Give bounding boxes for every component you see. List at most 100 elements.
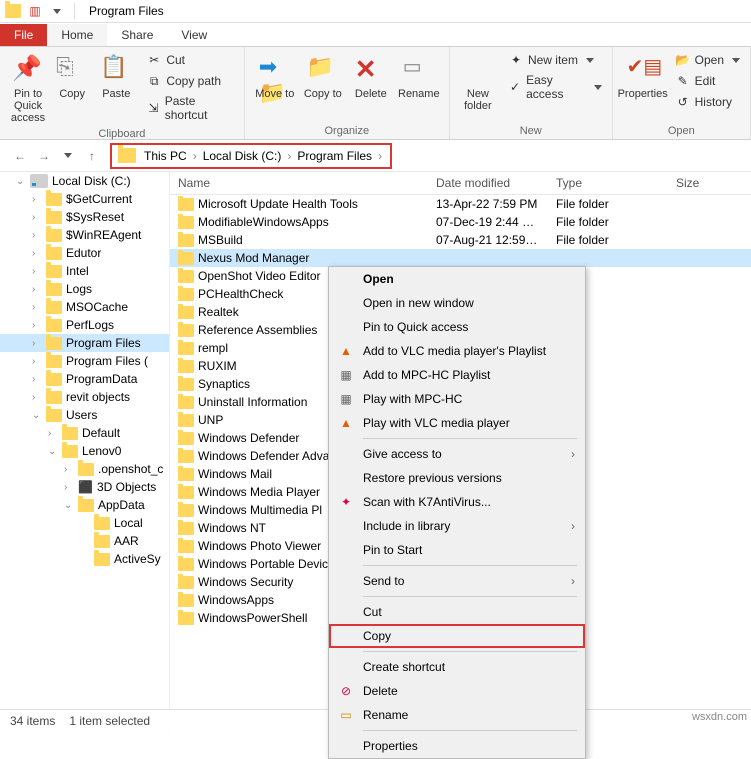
tree-item[interactable]: ›Intel	[0, 262, 169, 280]
breadcrumb-item[interactable]: Program Files	[295, 147, 374, 165]
tree-item[interactable]: ›revit objects	[0, 388, 169, 406]
edit-button[interactable]: ✎Edit	[671, 71, 744, 91]
tree-item[interactable]: ›Program Files (	[0, 352, 169, 370]
col-size[interactable]: Size	[668, 172, 728, 194]
chevron-right-icon[interactable]: ›	[376, 149, 384, 163]
expand-icon[interactable]: ›	[32, 356, 35, 367]
expand-icon[interactable]: ›	[32, 374, 35, 385]
recent-dropdown[interactable]	[56, 144, 80, 168]
context-item[interactable]: Open in new window	[329, 291, 585, 315]
context-item[interactable]: Copy	[329, 624, 585, 648]
pin-quick-access-button[interactable]: 📌Pin to Quick access	[6, 50, 50, 126]
tree-item[interactable]: ›ProgramData	[0, 370, 169, 388]
context-item[interactable]: Include in library›	[329, 514, 585, 538]
expand-icon[interactable]: ⌄	[48, 446, 56, 457]
tree-item[interactable]: ›$SysReset	[0, 208, 169, 226]
tree-item[interactable]: ›Default	[0, 424, 169, 442]
tree-item[interactable]: ›.openshot_c	[0, 460, 169, 478]
forward-button[interactable]: →	[32, 144, 56, 168]
open-button[interactable]: 📂Open	[671, 50, 744, 70]
context-item[interactable]: Pin to Quick access	[329, 315, 585, 339]
breadcrumb-item[interactable]: This PC	[142, 147, 189, 165]
expand-icon[interactable]: ⌄	[16, 176, 24, 187]
tree-item[interactable]: ›PerfLogs	[0, 316, 169, 334]
breadcrumb[interactable]: This PC› Local Disk (C:)› Program Files›	[110, 143, 392, 169]
properties-button[interactable]: ✔▤Properties	[619, 50, 667, 102]
context-item[interactable]: Give access to›	[329, 442, 585, 466]
context-item[interactable]: Restore previous versions	[329, 466, 585, 490]
cut-button[interactable]: ✂Cut	[142, 50, 237, 70]
context-item[interactable]: ▦Play with MPC-HC	[329, 387, 585, 411]
move-to-button[interactable]: ➡📁Move to	[251, 50, 299, 102]
nav-tree[interactable]: ⌄Local Disk (C:)›$GetCurrent›$SysReset›$…	[0, 172, 170, 732]
context-item[interactable]: Cut	[329, 600, 585, 624]
context-item[interactable]: Properties	[329, 734, 585, 758]
expand-icon[interactable]: ›	[32, 302, 35, 313]
expand-icon[interactable]: ⌄	[32, 410, 40, 421]
tree-item[interactable]: AAR	[0, 532, 169, 550]
expand-icon[interactable]: ›	[64, 464, 67, 475]
expand-icon[interactable]: ›	[32, 392, 35, 403]
tree-item[interactable]: Local	[0, 514, 169, 532]
history-button[interactable]: ↺History	[671, 92, 744, 112]
copy-to-button[interactable]: 📁Copy to	[299, 50, 347, 102]
copy-button[interactable]: ⎘Copy	[50, 50, 94, 102]
expand-icon[interactable]: ›	[32, 212, 35, 223]
tree-item[interactable]: ›Program Files	[0, 334, 169, 352]
list-item[interactable]: Nexus Mod Manager	[170, 249, 751, 267]
col-date[interactable]: Date modified	[428, 172, 548, 194]
tab-file[interactable]: File	[0, 24, 47, 46]
copy-path-button[interactable]: ⧉Copy path	[142, 71, 237, 91]
tree-item[interactable]: ›⬛3D Objects	[0, 478, 169, 496]
context-item[interactable]: ▦Add to MPC-HC Playlist	[329, 363, 585, 387]
expand-icon[interactable]: ›	[32, 320, 35, 331]
context-item[interactable]: ▲Add to VLC media player's Playlist	[329, 339, 585, 363]
tree-item[interactable]: ⌄Lenov0	[0, 442, 169, 460]
chevron-right-icon[interactable]: ›	[191, 149, 199, 163]
expand-icon[interactable]: ›	[64, 482, 67, 493]
col-name[interactable]: Name	[170, 172, 428, 194]
col-type[interactable]: Type	[548, 172, 668, 194]
expand-icon[interactable]: ›	[32, 284, 35, 295]
delete-button[interactable]: ✕Delete	[347, 50, 395, 102]
column-headers[interactable]: Name Date modified Type Size	[170, 172, 751, 195]
expand-icon[interactable]: ›	[32, 230, 35, 241]
context-item[interactable]: ✦Scan with K7AntiVirus...	[329, 490, 585, 514]
tab-share[interactable]: Share	[107, 24, 167, 46]
expand-icon[interactable]: ›	[48, 428, 51, 439]
qat-dropdown-icon[interactable]	[48, 2, 66, 20]
tree-item[interactable]: ⌄Local Disk (C:)	[0, 172, 169, 190]
tree-item[interactable]: ›Logs	[0, 280, 169, 298]
up-button[interactable]: ↑	[80, 144, 104, 168]
chevron-right-icon[interactable]: ›	[285, 149, 293, 163]
tab-home[interactable]: Home	[47, 24, 107, 46]
tree-item[interactable]: ›MSOCache	[0, 298, 169, 316]
context-item[interactable]: Open	[329, 267, 585, 291]
list-item[interactable]: Microsoft Update Health Tools13-Apr-22 7…	[170, 195, 751, 213]
tree-item[interactable]: ActiveSy	[0, 550, 169, 568]
tree-item[interactable]: ⌄Users	[0, 406, 169, 424]
expand-icon[interactable]: ›	[32, 266, 35, 277]
paste-shortcut-button[interactable]: ⇲Paste shortcut	[142, 92, 237, 124]
breadcrumb-item[interactable]: Local Disk (C:)	[201, 147, 284, 165]
expand-icon[interactable]: ›	[32, 248, 35, 259]
expand-icon[interactable]: ›	[32, 194, 35, 205]
context-item[interactable]: ▭Rename	[329, 703, 585, 727]
context-item[interactable]: ▲Play with VLC media player	[329, 411, 585, 435]
expand-icon[interactable]: ›	[32, 338, 35, 349]
easy-access-button[interactable]: ✓Easy access	[504, 71, 606, 103]
tab-view[interactable]: View	[167, 24, 221, 46]
rename-button[interactable]: ▭Rename	[395, 50, 443, 102]
context-item[interactable]: Pin to Start	[329, 538, 585, 562]
context-item[interactable]: Send to›	[329, 569, 585, 593]
tree-item[interactable]: ⌄AppData	[0, 496, 169, 514]
expand-icon[interactable]: ⌄	[64, 500, 72, 511]
context-item[interactable]: ⊘Delete	[329, 679, 585, 703]
tree-item[interactable]: ›Edutor	[0, 244, 169, 262]
paste-button[interactable]: 📋Paste	[94, 50, 138, 102]
context-item[interactable]: Create shortcut	[329, 655, 585, 679]
list-item[interactable]: MSBuild07-Aug-21 12:59 P...File folder	[170, 231, 751, 249]
new-item-button[interactable]: ✦New item	[504, 50, 606, 70]
back-button[interactable]: ←	[8, 144, 32, 168]
save-icon[interactable]: ▥	[26, 2, 44, 20]
